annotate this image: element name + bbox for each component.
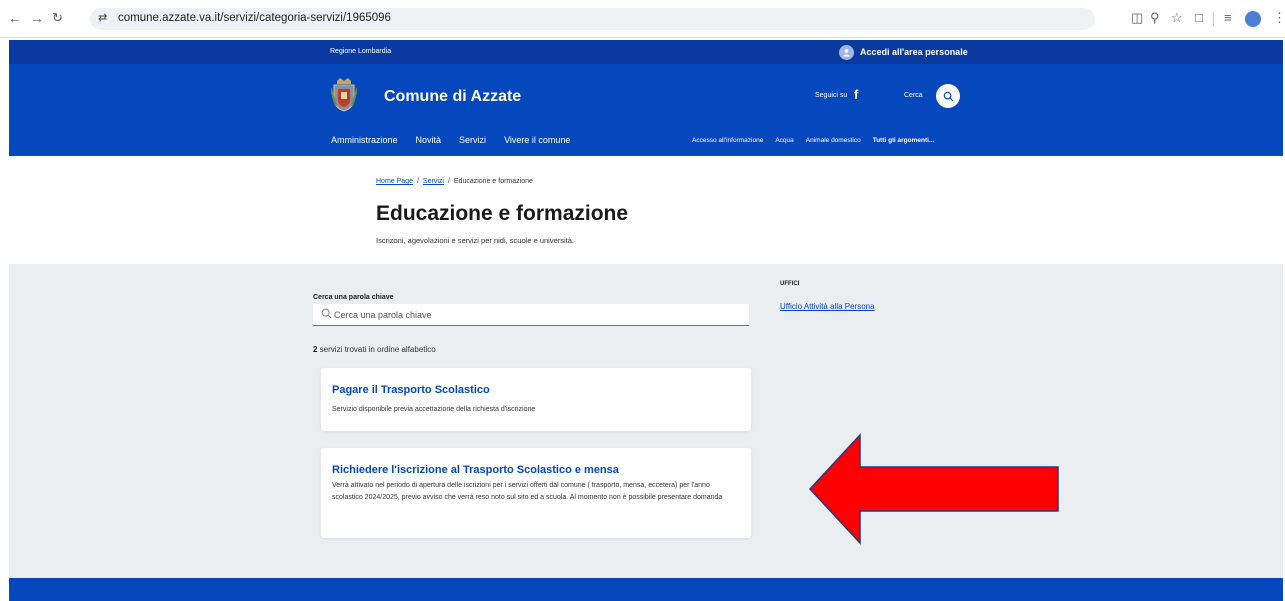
topics-navigation: Accesso all'informazione Acqua Animale d…	[692, 137, 946, 144]
breadcrumb-separator: /	[416, 178, 419, 185]
search-placeholder: Cerca una parola chiave	[334, 310, 432, 320]
offices-heading: UFFICI	[780, 281, 800, 287]
topic-accesso-informazione[interactable]: Accesso all'informazione	[692, 137, 763, 144]
office-link[interactable]: Ufficio Attività alla Persona	[780, 302, 875, 311]
nav-amministrazione[interactable]: Amministrazione	[331, 135, 398, 145]
login-label: Accedi all'area personale	[860, 47, 968, 57]
user-icon	[839, 44, 854, 60]
site-title[interactable]: Comune di Azzate	[384, 88, 521, 106]
search-button[interactable]	[936, 84, 960, 108]
search-icon	[943, 91, 953, 101]
nav-vivere-il-comune[interactable]: Vivere il comune	[504, 135, 570, 145]
footer	[9, 578, 1283, 601]
menu-dots-icon[interactable]: ⋮	[1273, 10, 1285, 26]
center-header: Comune di Azzate Seguici su f Cerca Ammi…	[9, 64, 1283, 156]
breadcrumb-separator: /	[447, 178, 450, 185]
results-count-text: servizi trovati in ordine alfabetico	[317, 345, 436, 354]
breadcrumb-current: Educazione e formazione	[453, 178, 533, 185]
browser-toolbar: ← → ↻ ⇄ comune.azzate.va.it/servizi/cate…	[0, 0, 1285, 38]
service-card-title[interactable]: Richiedere l'iscrizione al Trasporto Sco…	[332, 464, 619, 476]
bookmark-star-icon[interactable]: ☆	[1171, 10, 1183, 26]
region-link[interactable]: Regione Lombardia	[330, 48, 391, 55]
service-card[interactable]: Pagare il Trasporto Scolastico Servizio …	[321, 368, 751, 431]
extensions-icon[interactable]: □	[1195, 10, 1203, 25]
results-count: 2 servizi trovati in ordine alfabetico	[313, 345, 436, 354]
page-title: Educazione e formazione	[376, 202, 629, 225]
search-icon	[321, 308, 332, 319]
service-card-description: Servizio disponibile previa accettazione…	[332, 406, 536, 413]
service-card[interactable]: Richiedere l'iscrizione al Trasporto Sco…	[321, 448, 751, 538]
nav-novita[interactable]: Novità	[416, 135, 442, 145]
red-arrow-annotation	[808, 433, 1059, 545]
topic-tutti-gli-argomenti[interactable]: Tutti gli argomenti...	[873, 137, 935, 144]
site-info-icon[interactable]: ⇄	[98, 11, 107, 24]
topic-acqua[interactable]: Acqua	[775, 137, 793, 144]
back-icon[interactable]: ←	[8, 10, 22, 26]
service-card-description: Verrà attivato nel periodo di apertura d…	[332, 482, 723, 501]
url-text: comune.azzate.va.it/servizi/categoria-se…	[118, 12, 391, 24]
toolbar-divider	[1213, 12, 1214, 26]
profile-avatar[interactable]	[1245, 11, 1261, 27]
facebook-icon[interactable]: f	[854, 87, 858, 102]
slim-header: Regione Lombardia Accedi all'area person…	[9, 40, 1283, 64]
login-button[interactable]: Accedi all'area personale	[839, 43, 968, 61]
zoom-icon[interactable]: ⚲	[1150, 10, 1160, 26]
social-label: Seguici su	[815, 92, 848, 99]
breadcrumb: Home Page / Servizi / Educazione e formazion…	[376, 178, 533, 185]
main-navigation: Amministrazione Novità Servizi Vivere il…	[331, 135, 588, 145]
cast-icon[interactable]: ◫	[1131, 10, 1143, 26]
nav-servizi[interactable]: Servizi	[459, 135, 486, 145]
breadcrumb-servizi[interactable]: Servizi	[423, 178, 444, 185]
reading-list-icon[interactable]: ≡	[1224, 10, 1232, 25]
municipality-crest-icon[interactable]	[331, 78, 357, 112]
topic-animale-domestico[interactable]: Animale domestico	[806, 137, 861, 144]
service-card-title[interactable]: Pagare il Trasporto Scolastico	[332, 384, 490, 396]
keyword-search-input[interactable]: Cerca una parola chiave	[313, 304, 749, 326]
search-field-label: Cerca una parola chiave	[313, 294, 394, 301]
search-label: Cerca	[904, 92, 923, 99]
forward-icon[interactable]: →	[30, 10, 44, 26]
breadcrumb-home[interactable]: Home Page	[376, 178, 413, 185]
reload-icon[interactable]: ↻	[52, 10, 63, 26]
address-bar[interactable]: ⇄ comune.azzate.va.it/servizi/categoria-…	[90, 8, 1095, 30]
page-subtitle: Iscrizoni, agevolazioni e servizi per ni…	[376, 236, 575, 245]
